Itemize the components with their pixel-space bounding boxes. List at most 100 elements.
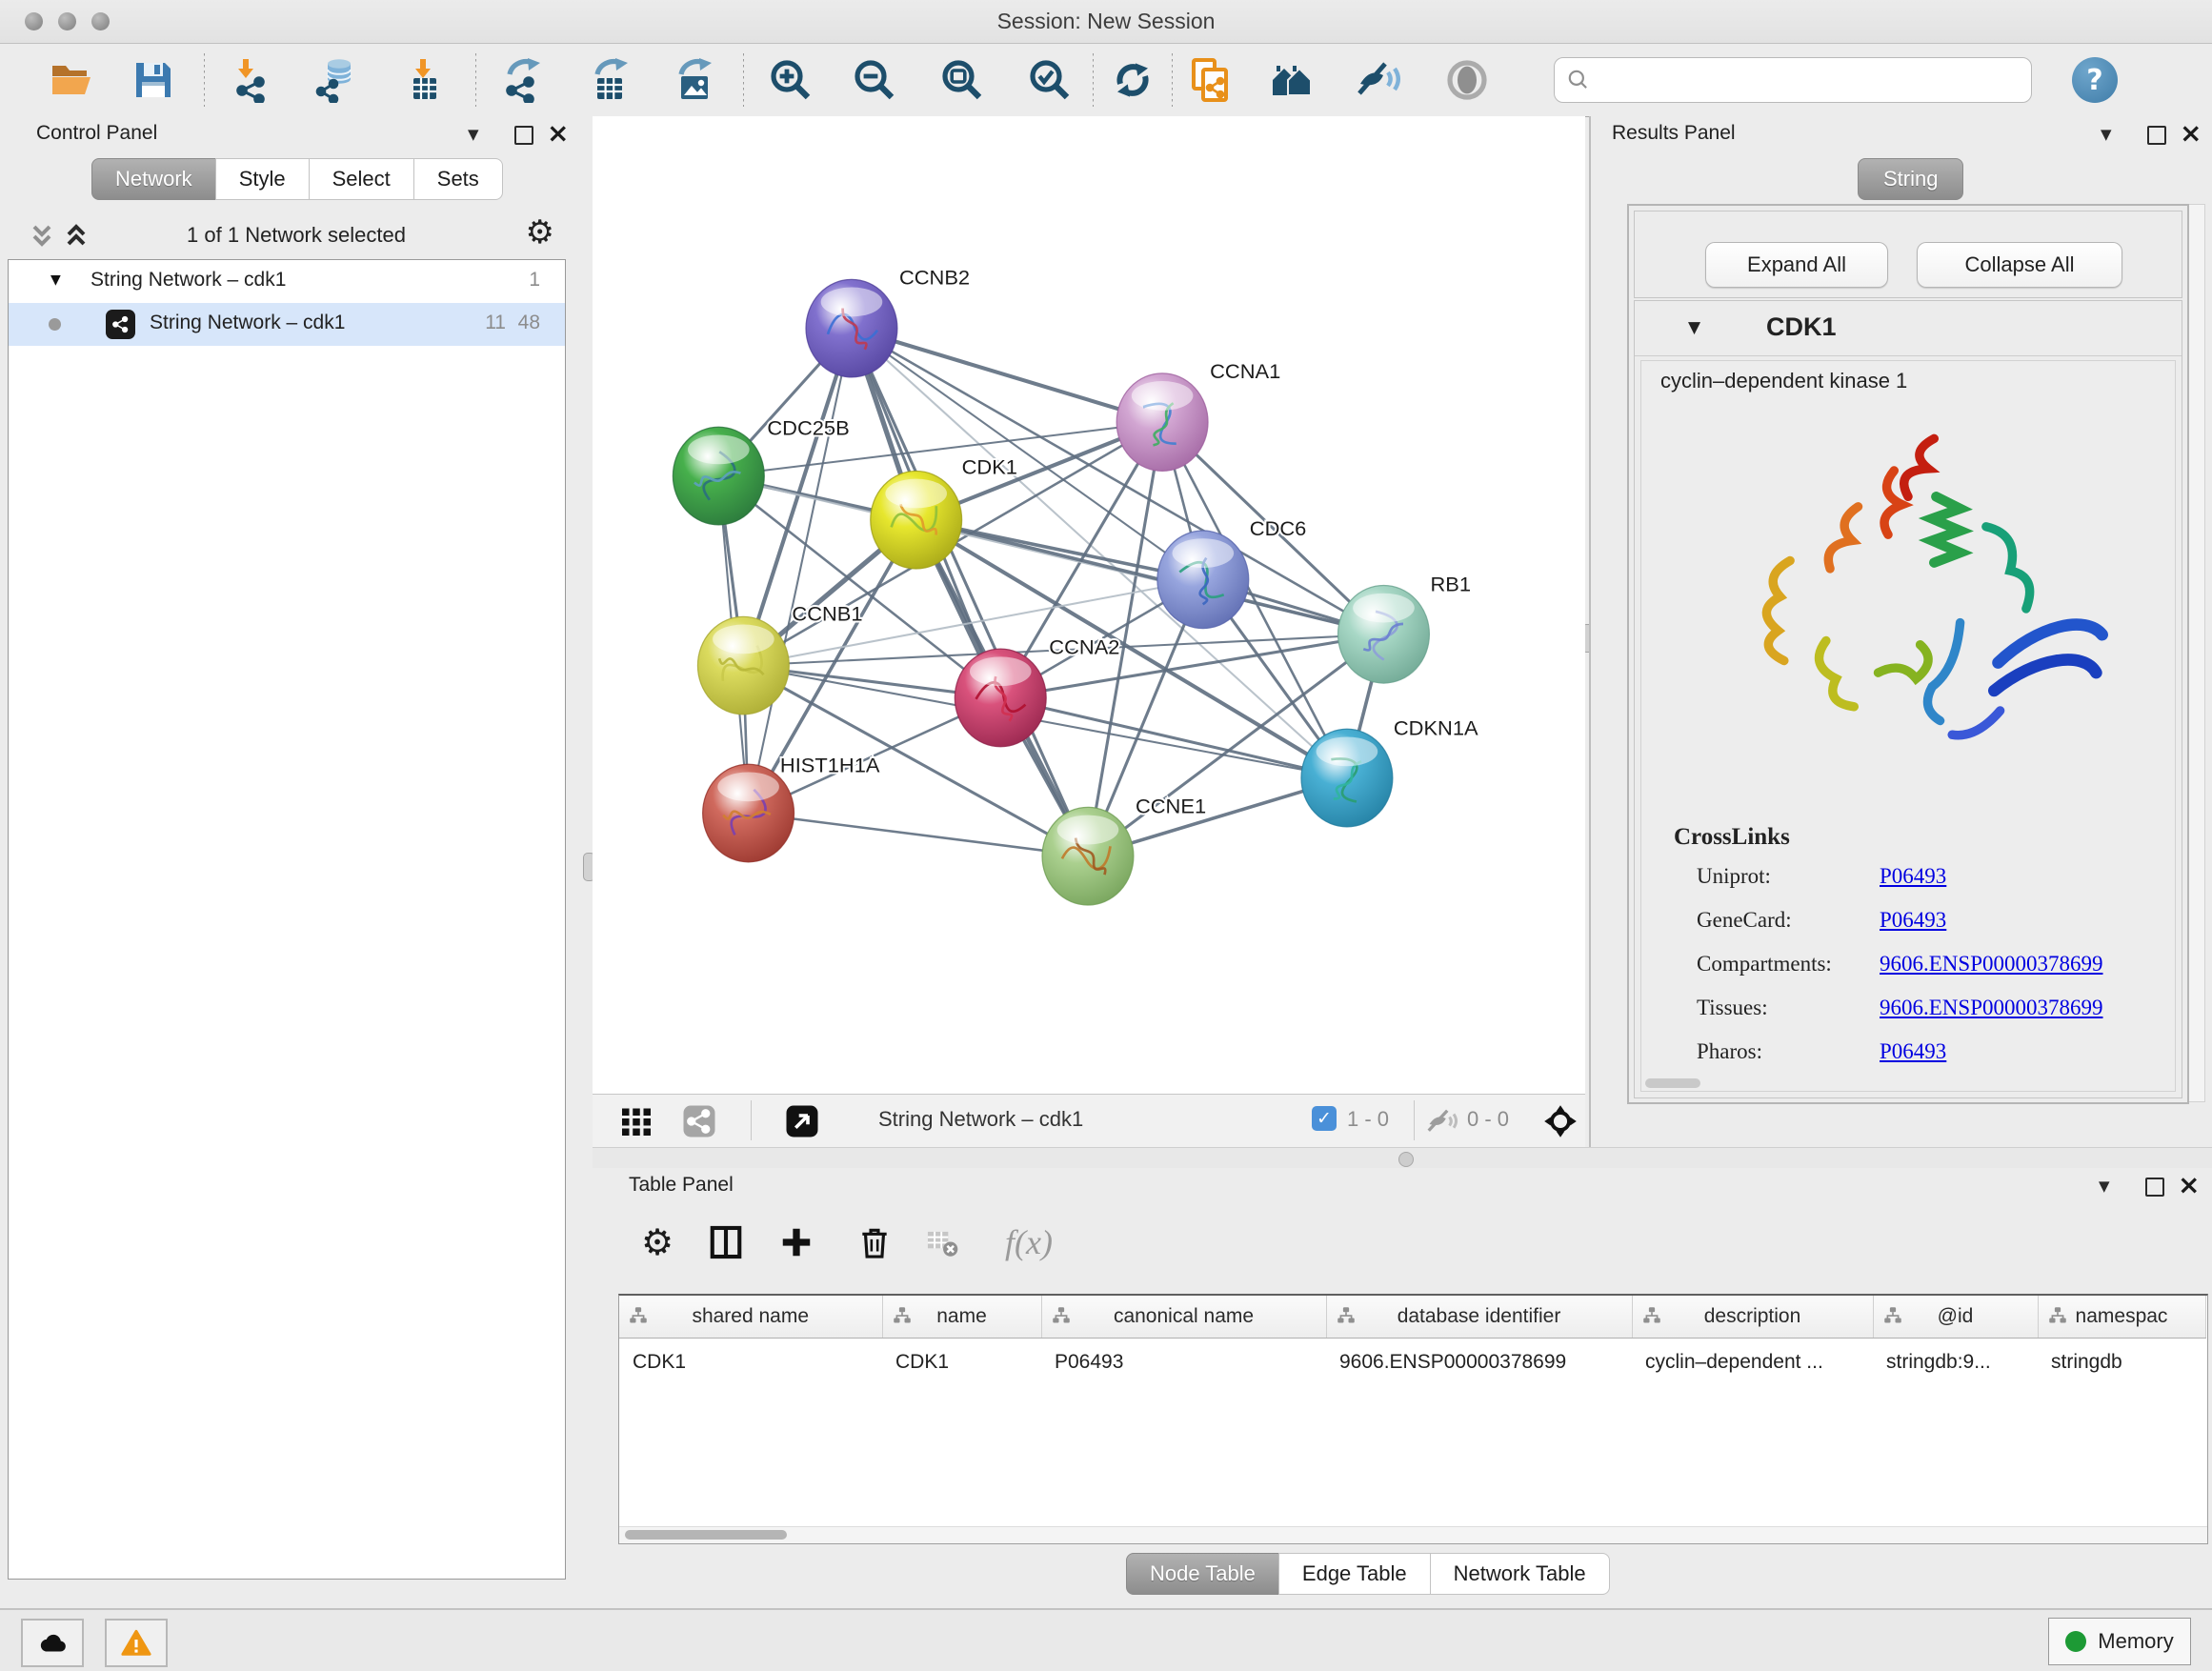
- crosslinks-title: CrossLinks: [1674, 824, 1790, 851]
- open-in-window-icon[interactable]: [783, 1102, 821, 1140]
- houses-icon[interactable]: [1266, 53, 1317, 107]
- collection-label: String Network – cdk1: [90, 269, 286, 292]
- collapse-all-button[interactable]: Collapse All: [1917, 242, 2122, 288]
- show-columns-icon[interactable]: [705, 1221, 747, 1263]
- column-header-description[interactable]: description: [1632, 1296, 1873, 1339]
- save-session-icon[interactable]: [128, 53, 179, 107]
- import-network-file-icon[interactable]: [228, 53, 279, 107]
- delete-table-icon[interactable]: [921, 1221, 963, 1263]
- graph-node-CCNB1[interactable]: [697, 616, 789, 715]
- network-share-icon[interactable]: [680, 1102, 718, 1140]
- network-current-dot: [49, 318, 61, 331]
- network-collection-row[interactable]: ▼ String Network – cdk1 1: [9, 260, 565, 303]
- tab-edge-table[interactable]: Edge Table: [1278, 1553, 1431, 1595]
- main-toolbar: ?: [0, 44, 2212, 117]
- birds-eye-view-icon[interactable]: [1541, 1102, 1579, 1140]
- tab-network-table[interactable]: Network Table: [1430, 1553, 1610, 1595]
- zoom-fit-icon[interactable]: [936, 53, 988, 107]
- search-input[interactable]: [1599, 60, 2031, 100]
- gene-collapse-icon[interactable]: ▼: [1688, 318, 1700, 337]
- column-header--id[interactable]: @id: [1873, 1296, 2038, 1339]
- column-header-name[interactable]: name: [882, 1296, 1041, 1339]
- table-options-gear-icon[interactable]: ⚙: [636, 1221, 678, 1263]
- memory-button[interactable]: Memory: [2048, 1618, 2191, 1665]
- tab-sets[interactable]: Sets: [413, 158, 503, 200]
- results-hscroll-thumb[interactable]: [1645, 1078, 1700, 1088]
- network-canvas[interactable]: CCNB2CCNA1CDC25BCDK1CDC6RB1CCNB1CCNA2CDK…: [593, 116, 1585, 1094]
- gene-section-header[interactable]: ▼ CDK1: [1635, 301, 2182, 356]
- control-panel-menu-icon[interactable]: ▼: [468, 126, 479, 143]
- clone-network-icon[interactable]: [1184, 53, 1236, 107]
- zoom-out-icon[interactable]: [849, 53, 900, 107]
- column-header-shared-name[interactable]: shared name: [619, 1296, 882, 1339]
- table-panel-float-icon[interactable]: [2145, 1178, 2164, 1197]
- graph-node-CDKN1A[interactable]: [1301, 729, 1393, 827]
- control-panel-float-icon[interactable]: [514, 126, 533, 145]
- results-panel-menu-icon[interactable]: ▼: [2101, 126, 2112, 143]
- results-scrollbar[interactable]: [2187, 204, 2205, 1102]
- graph-node-CCNB2[interactable]: [806, 279, 897, 377]
- label-visibility-icon[interactable]: [1354, 53, 1405, 107]
- results-panel-float-icon[interactable]: [2147, 126, 2166, 145]
- tab-style[interactable]: Style: [215, 158, 310, 200]
- graph-node-CCNE1[interactable]: [1042, 807, 1134, 905]
- crosslink-link[interactable]: P06493: [1880, 864, 1946, 889]
- import-table-icon[interactable]: [397, 53, 449, 107]
- graph-node-label: CCNA1: [1210, 359, 1280, 383]
- delete-column-icon[interactable]: [854, 1221, 895, 1263]
- selected-checkbox[interactable]: ✓: [1312, 1106, 1337, 1131]
- graph-node-RB1[interactable]: [1338, 585, 1430, 683]
- cloud-button[interactable]: [21, 1619, 84, 1667]
- results-panel-close-icon[interactable]: ×: [2180, 117, 2202, 149]
- tab-network[interactable]: Network: [91, 158, 216, 200]
- table-panel-menu-icon[interactable]: ▼: [2099, 1178, 2110, 1195]
- grid-view-icon[interactable]: [617, 1102, 655, 1140]
- graph-node-CCNA2[interactable]: [955, 649, 1046, 747]
- graph-node-CCNA1[interactable]: [1116, 373, 1208, 472]
- zoom-selected-icon[interactable]: [1024, 53, 1076, 107]
- column-header-canonical-name[interactable]: canonical name: [1041, 1296, 1326, 1339]
- gene-description: cyclin–dependent kinase 1: [1660, 369, 1907, 393]
- tab-string[interactable]: String: [1858, 158, 1963, 200]
- column-header-namespac[interactable]: namespac: [2038, 1296, 2205, 1339]
- import-network-database-icon[interactable]: [312, 53, 363, 107]
- crosslink-link[interactable]: 9606.ENSP00000378699: [1880, 952, 2103, 976]
- column-header-database-identifier[interactable]: database identifier: [1326, 1296, 1632, 1339]
- refresh-icon[interactable]: [1107, 53, 1158, 107]
- crosslink-link[interactable]: P06493: [1880, 1039, 1946, 1064]
- graph-node-HIST1H1A[interactable]: [703, 764, 794, 862]
- hidden-elements-icon[interactable]: [1423, 1102, 1461, 1140]
- table-hscroll-thumb[interactable]: [625, 1530, 787, 1540]
- crosslink-link[interactable]: 9606.ENSP00000378699: [1880, 996, 2103, 1020]
- table-panel: Table Panel ▼ × ⚙ f(x) shared namenameca…: [593, 1168, 2212, 1608]
- tab-node-table[interactable]: Node Table: [1126, 1553, 1279, 1595]
- graph-node-CDK1[interactable]: [871, 471, 962, 569]
- warning-button[interactable]: [105, 1619, 168, 1667]
- crosslink-link[interactable]: P06493: [1880, 908, 1946, 933]
- create-column-icon[interactable]: [775, 1221, 817, 1263]
- tab-select[interactable]: Select: [309, 158, 414, 200]
- collection-expand-icon[interactable]: ▼: [50, 272, 61, 288]
- network-row[interactable]: String Network – cdk1 11 48: [9, 303, 565, 346]
- graph-node-CDC25B[interactable]: [673, 427, 764, 525]
- help-button[interactable]: ?: [2072, 57, 2118, 103]
- export-network-icon[interactable]: [497, 53, 549, 107]
- titlebar: Session: New Session: [0, 0, 2212, 44]
- table-panel-close-icon[interactable]: ×: [2178, 1169, 2200, 1200]
- table-cell: cyclin–dependent ...: [1632, 1339, 1873, 1387]
- network-options-gear-icon[interactable]: ⚙: [526, 213, 554, 252]
- table-panel-splitter[interactable]: [593, 1147, 2212, 1170]
- graph-node-CDC6[interactable]: [1157, 531, 1249, 629]
- eye-icon[interactable]: [1441, 53, 1493, 107]
- export-table-icon[interactable]: [585, 53, 636, 107]
- export-image-icon[interactable]: [669, 53, 720, 107]
- splitter-knob[interactable]: [1398, 1152, 1414, 1167]
- expand-all-button[interactable]: Expand All: [1705, 242, 1888, 288]
- table-row[interactable]: CDK1CDK1P064939606.ENSP00000378699cyclin…: [619, 1339, 2205, 1387]
- control-panel-close-icon[interactable]: ×: [547, 117, 569, 149]
- zoom-in-icon[interactable]: [765, 53, 816, 107]
- crosslink-row: GeneCard:P06493: [1674, 908, 1790, 952]
- status-bar: Memory: [0, 1608, 2212, 1671]
- function-builder-icon[interactable]: f(x): [981, 1221, 1076, 1263]
- open-session-icon[interactable]: [46, 53, 97, 107]
